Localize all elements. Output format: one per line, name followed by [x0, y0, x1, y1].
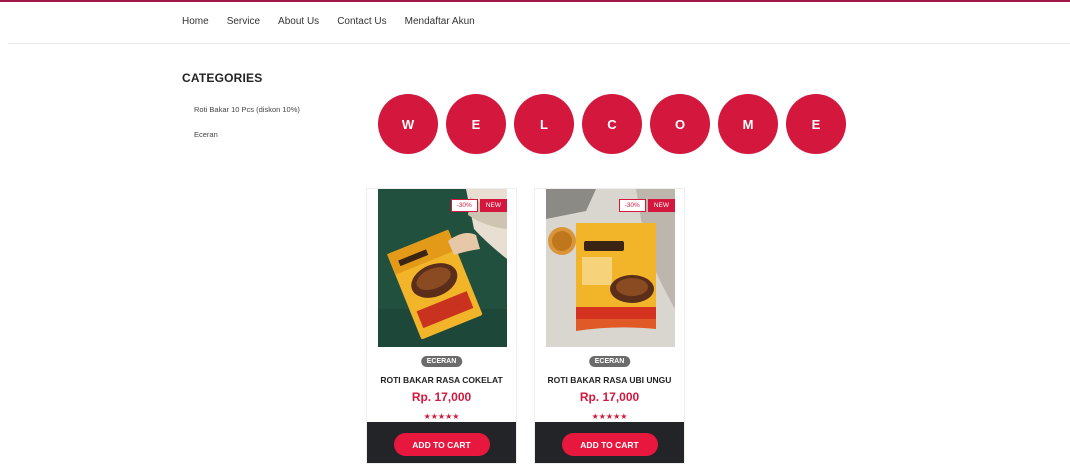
- welcome-banner: W E L C O M E: [378, 94, 846, 154]
- nav-item-home[interactable]: Home: [182, 16, 209, 27]
- welcome-letter: W: [378, 94, 438, 154]
- category-tag[interactable]: ECERAN: [420, 356, 463, 367]
- category-item-eceran[interactable]: Eceran: [194, 130, 300, 139]
- product-price: Rp. 17,000: [579, 390, 640, 404]
- nav-item-register[interactable]: Mendaftar Akun: [405, 16, 475, 27]
- product-card-cokelat[interactable]: -30% NEW ECERAN ROTI BAKAR RASA COKELAT …: [366, 188, 517, 464]
- card-footer: ADD TO CART: [535, 422, 684, 463]
- nav-item-about-us[interactable]: About Us: [278, 16, 319, 27]
- product-image[interactable]: [546, 189, 675, 347]
- welcome-letter: E: [786, 94, 846, 154]
- category-tag[interactable]: ECERAN: [588, 356, 631, 367]
- welcome-letter: M: [718, 94, 778, 154]
- category-item-roti-bakar-10[interactable]: Roti Bakar 10 Pcs (diskon 10%): [194, 105, 300, 114]
- categories-title: CATEGORIES: [182, 71, 263, 85]
- add-to-cart-button[interactable]: ADD TO CART: [561, 433, 658, 456]
- card-footer: ADD TO CART: [367, 422, 516, 463]
- main-nav: Home Service About Us Contact Us Mendaft…: [182, 16, 475, 27]
- product-photo-ubi-ungu-box-icon: [546, 189, 675, 347]
- nav-item-contact-us[interactable]: Contact Us: [337, 16, 386, 27]
- product-badges: -30% NEW: [450, 199, 507, 212]
- product-photo-chocolate-box-icon: [378, 189, 507, 347]
- welcome-letter: L: [514, 94, 574, 154]
- new-badge: NEW: [647, 199, 675, 212]
- product-badges: -30% NEW: [618, 199, 675, 212]
- product-card-ubi-ungu[interactable]: -30% NEW ECERAN ROTI BAKAR RASA UBI UNGU…: [534, 188, 685, 464]
- welcome-letter: O: [650, 94, 710, 154]
- product-image[interactable]: [378, 189, 507, 347]
- new-badge: NEW: [479, 199, 507, 212]
- product-name[interactable]: ROTI BAKAR RASA COKELAT: [367, 375, 516, 385]
- welcome-letter: C: [582, 94, 642, 154]
- rating-stars: ★★★★★: [423, 412, 460, 421]
- categories-list: Roti Bakar 10 Pcs (diskon 10%) Eceran: [194, 105, 300, 155]
- top-accent-rule: [0, 0, 1070, 2]
- discount-badge: -30%: [618, 199, 646, 212]
- welcome-letter: E: [446, 94, 506, 154]
- nav-item-service[interactable]: Service: [227, 16, 260, 27]
- discount-badge: -30%: [450, 199, 478, 212]
- add-to-cart-button[interactable]: ADD TO CART: [393, 433, 490, 456]
- rating-stars: ★★★★★: [591, 412, 628, 421]
- product-name[interactable]: ROTI BAKAR RASA UBI UNGU: [535, 375, 684, 385]
- nav-divider: [8, 43, 1070, 44]
- product-price: Rp. 17,000: [411, 390, 472, 404]
